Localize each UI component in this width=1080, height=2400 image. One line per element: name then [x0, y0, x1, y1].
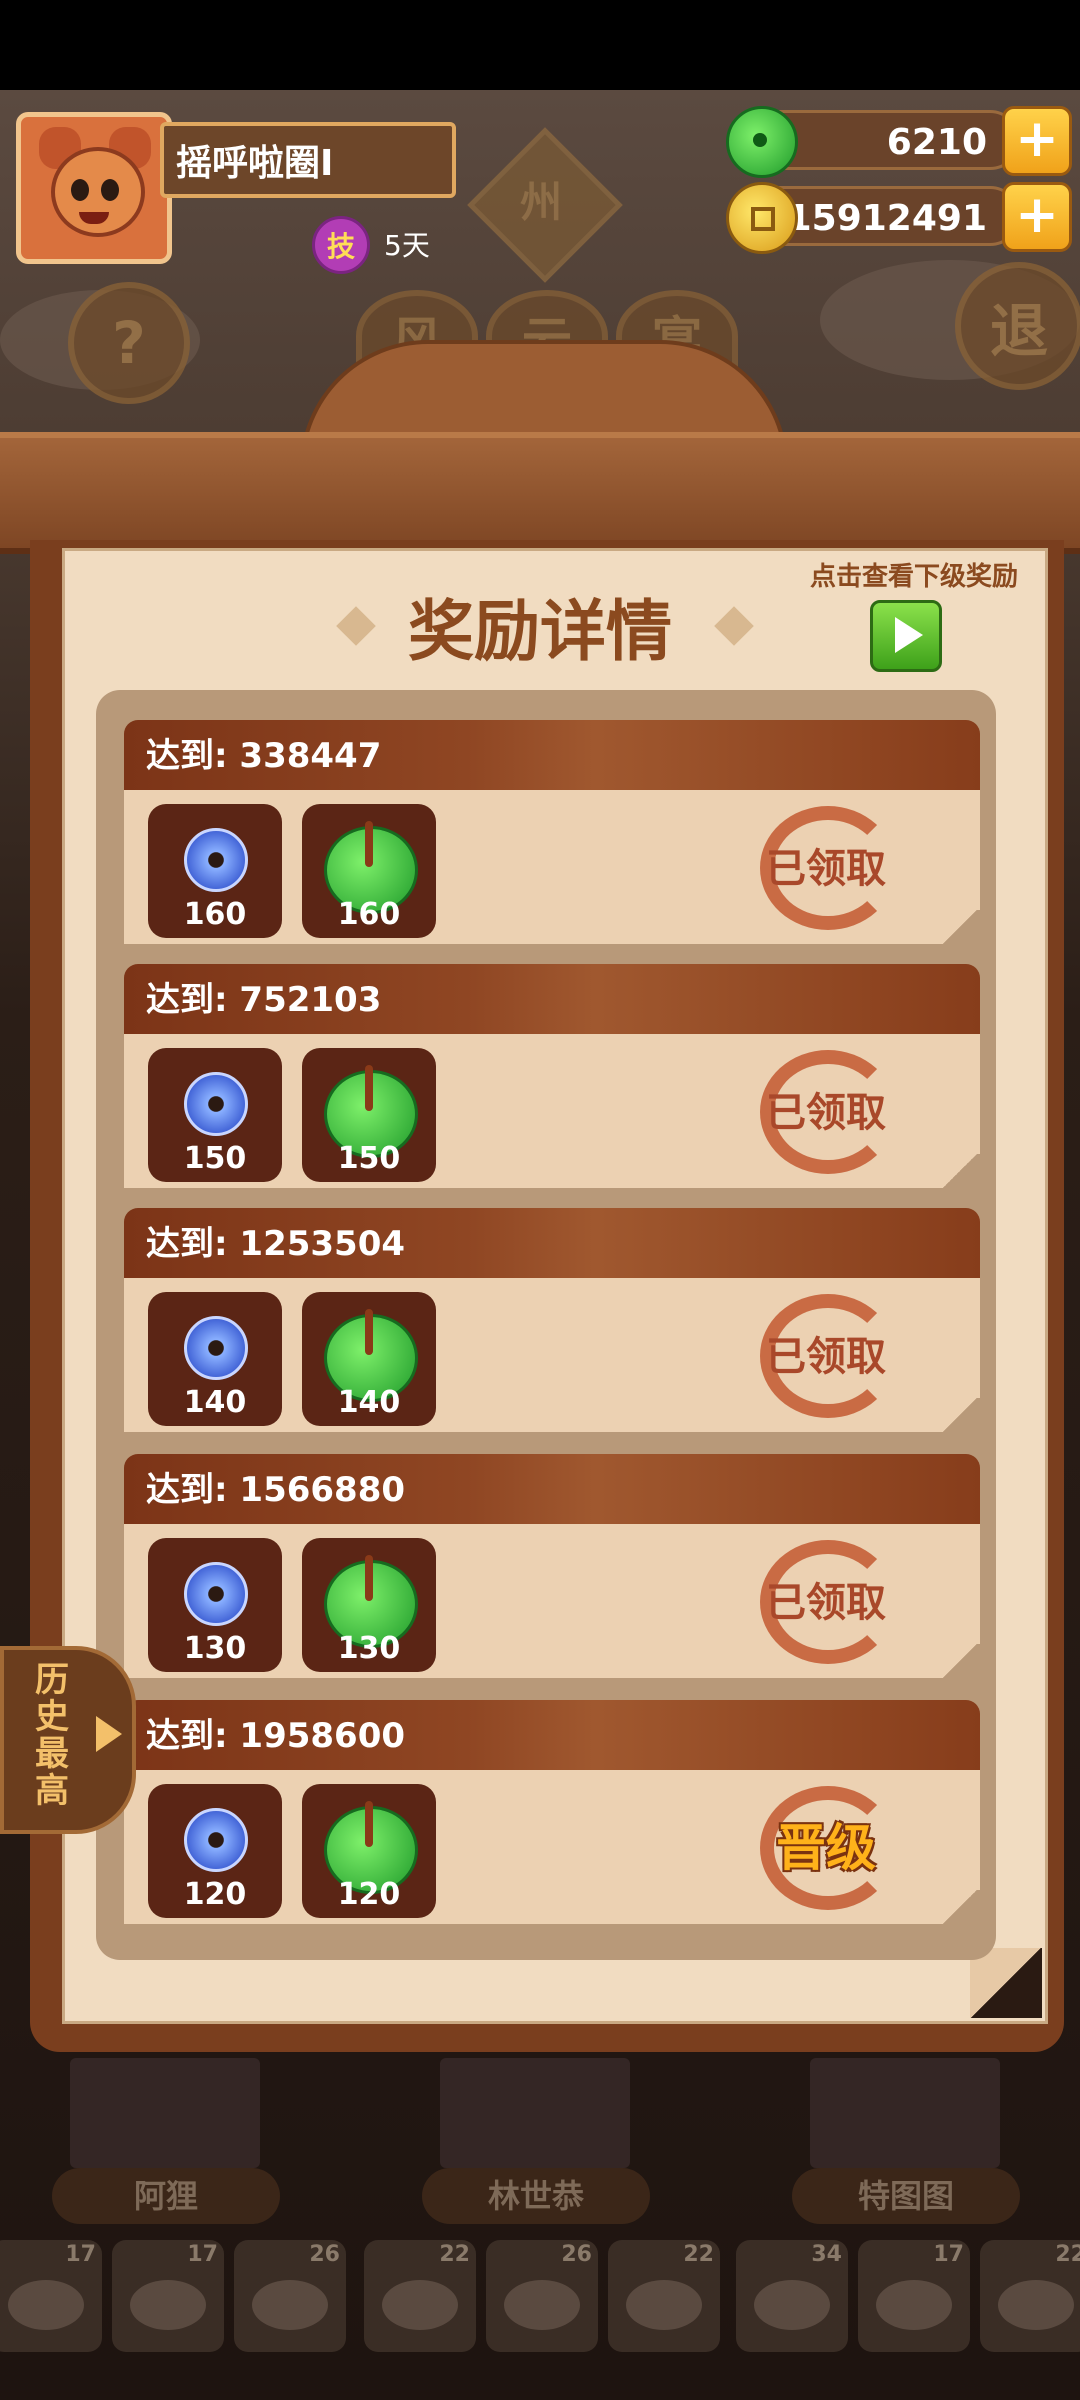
wood-beam-decoration: [0, 432, 1080, 554]
jade-icon: [726, 106, 798, 178]
reward-status: 已领取: [766, 1090, 886, 1136]
character-portrait: [70, 2058, 260, 2168]
player-name: 摇呼啦圈I: [160, 122, 456, 198]
reward-quantity: 160: [183, 897, 247, 932]
reward-quantity: 140: [337, 1385, 401, 1420]
reward-quantity: 120: [337, 1877, 401, 1912]
food-slot[interactable]: 26: [234, 2240, 346, 2352]
dish-icon: [8, 2280, 84, 2330]
reward-item-blue-disc[interactable]: 150: [148, 1048, 282, 1182]
food-count: 17: [933, 2242, 964, 2267]
avatar-eye: [71, 179, 89, 201]
reward-quantity: 160: [337, 897, 401, 932]
reward-threshold: 达到: 1958600: [146, 1716, 406, 1756]
reward-item-jade[interactable]: 120: [302, 1784, 436, 1918]
character-name[interactable]: 林世恭: [422, 2168, 650, 2224]
food-slot[interactable]: 26: [486, 2240, 598, 2352]
blue-disc-icon: [184, 1808, 248, 1872]
dish-icon: [382, 2280, 458, 2330]
character-name[interactable]: 特图图: [792, 2168, 1020, 2224]
skill-badge-icon[interactable]: 技: [312, 216, 370, 274]
next-level-play-button[interactable]: [870, 600, 942, 672]
reward-item-blue-disc[interactable]: 160: [148, 804, 282, 938]
dish-icon: [130, 2280, 206, 2330]
food-slot[interactable]: 22: [980, 2240, 1080, 2352]
food-count: 22: [439, 2242, 470, 2267]
dish-icon: [998, 2280, 1074, 2330]
coin-icon: [726, 182, 798, 254]
food-count: 17: [187, 2242, 218, 2267]
food-count: 22: [1055, 2242, 1080, 2267]
blue-disc-icon: [184, 828, 248, 892]
reward-card: 达到: 1958600 120 120 晋级: [124, 1700, 980, 1930]
promote-button[interactable]: 晋级: [736, 1808, 916, 1880]
reward-quantity: 150: [183, 1141, 247, 1176]
reward-card: 达到: 752103 150 150 已领取: [124, 964, 980, 1194]
food-count: 26: [309, 2242, 340, 2267]
food-slot[interactable]: 17: [112, 2240, 224, 2352]
reward-status: 已领取: [766, 1580, 886, 1626]
reward-card: 达到: 338447 160 160 已领取: [124, 720, 980, 950]
food-slot[interactable]: 22: [608, 2240, 720, 2352]
character-portrait: [810, 2058, 1000, 2168]
reward-quantity: 140: [183, 1385, 247, 1420]
reward-item-jade[interactable]: 140: [302, 1292, 436, 1426]
player-avatar[interactable]: [16, 112, 172, 264]
reward-quantity: 130: [183, 1631, 247, 1666]
food-slot[interactable]: 22: [364, 2240, 476, 2352]
dish-icon: [252, 2280, 328, 2330]
reward-card: 达到: 1253504 140 140 已领取: [124, 1208, 980, 1438]
character-name[interactable]: 阿狸: [52, 2168, 280, 2224]
reward-item-blue-disc[interactable]: 140: [148, 1292, 282, 1426]
help-button[interactable]: ?: [68, 282, 190, 404]
reward-status: 已领取: [766, 1334, 886, 1380]
skill-days-remaining: 5天: [384, 229, 430, 262]
paper-fold-decoration: [970, 1948, 1042, 2018]
character-portrait: [440, 2058, 630, 2168]
reward-quantity: 150: [337, 1141, 401, 1176]
add-coins-button[interactable]: +: [1002, 182, 1072, 252]
avatar-eye: [101, 179, 119, 201]
reward-threshold: 达到: 1566880: [146, 1470, 406, 1510]
reward-threshold: 达到: 338447: [146, 736, 382, 776]
food-count: 17: [65, 2242, 96, 2267]
reward-threshold: 达到: 1253504: [146, 1224, 406, 1264]
dish-icon: [504, 2280, 580, 2330]
history-best-label: 历史最高: [35, 1660, 69, 1811]
reward-threshold: 达到: 752103: [146, 980, 382, 1020]
reward-quantity: 120: [183, 1877, 247, 1912]
add-jade-button[interactable]: +: [1002, 106, 1072, 176]
blue-disc-icon: [184, 1562, 248, 1626]
card-fold-decoration: [940, 1890, 980, 1924]
blue-disc-icon: [184, 1316, 248, 1380]
dish-icon: [754, 2280, 830, 2330]
reward-item-blue-disc[interactable]: 130: [148, 1538, 282, 1672]
food-count: 22: [683, 2242, 714, 2267]
food-slot[interactable]: 34: [736, 2240, 848, 2352]
food-count: 34: [811, 2242, 842, 2267]
arrow-right-icon: [96, 1716, 122, 1752]
card-fold-decoration: [940, 1644, 980, 1678]
reward-status: 已领取: [766, 846, 886, 892]
dish-icon: [626, 2280, 702, 2330]
reward-item-blue-disc[interactable]: 120: [148, 1784, 282, 1918]
next-level-tip: 点击查看下级奖励: [809, 562, 1018, 592]
dish-icon: [876, 2280, 952, 2330]
food-count: 26: [561, 2242, 592, 2267]
card-fold-decoration: [940, 910, 980, 944]
reward-item-jade[interactable]: 150: [302, 1048, 436, 1182]
reward-card: 达到: 1566880 130 130 已领取: [124, 1454, 980, 1684]
card-fold-decoration: [940, 1154, 980, 1188]
food-slot[interactable]: 17: [858, 2240, 970, 2352]
plaque-label: 州: [520, 177, 563, 227]
status-bar: [0, 0, 1080, 90]
blue-disc-icon: [184, 1072, 248, 1136]
reward-quantity: 130: [337, 1631, 401, 1666]
reward-item-jade[interactable]: 160: [302, 804, 436, 938]
food-slot[interactable]: 17: [0, 2240, 102, 2352]
reward-item-jade[interactable]: 130: [302, 1538, 436, 1672]
exit-button[interactable]: 退: [955, 262, 1080, 390]
card-fold-decoration: [940, 1398, 980, 1432]
